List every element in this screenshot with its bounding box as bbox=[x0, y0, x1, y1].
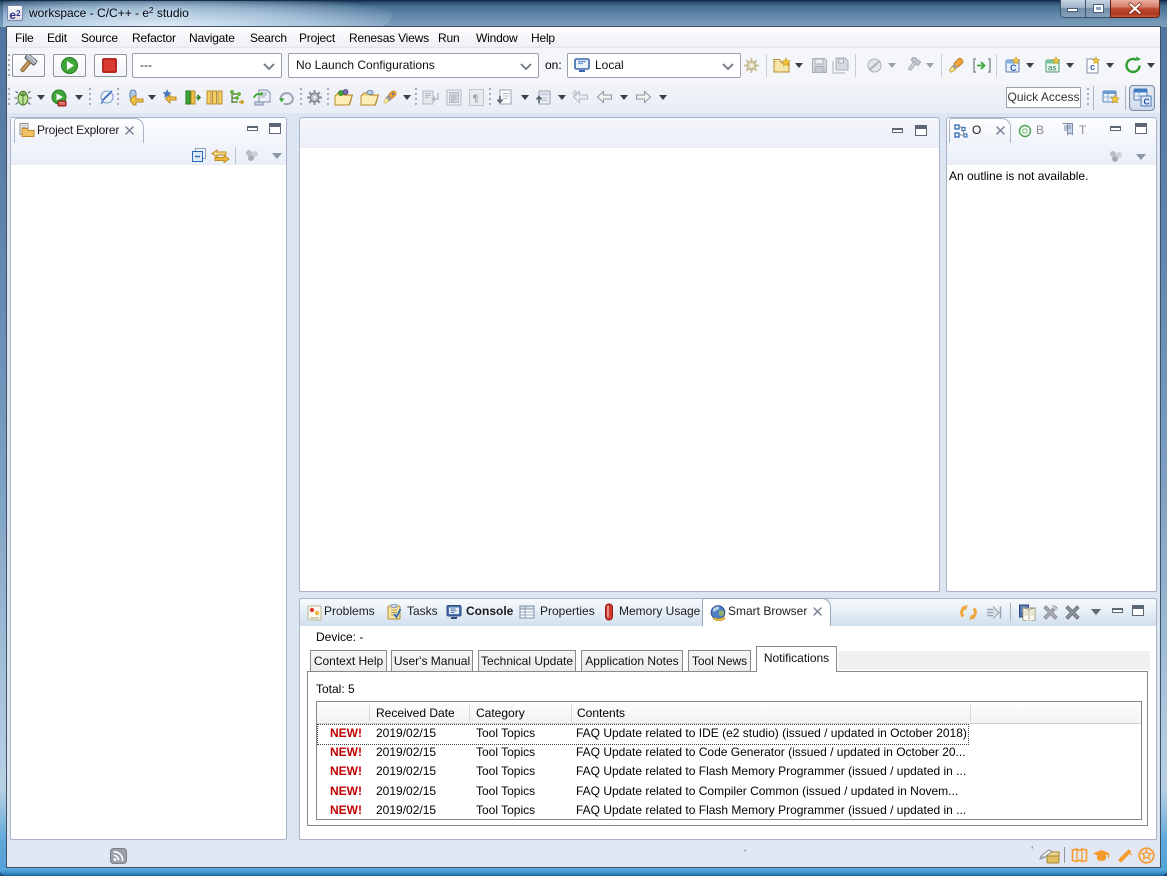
svg-text:as: as bbox=[1048, 64, 1056, 73]
svg-text:C: C bbox=[1144, 97, 1150, 107]
svg-text:C: C bbox=[1010, 63, 1017, 73]
svg-text:¶: ¶ bbox=[473, 93, 479, 105]
